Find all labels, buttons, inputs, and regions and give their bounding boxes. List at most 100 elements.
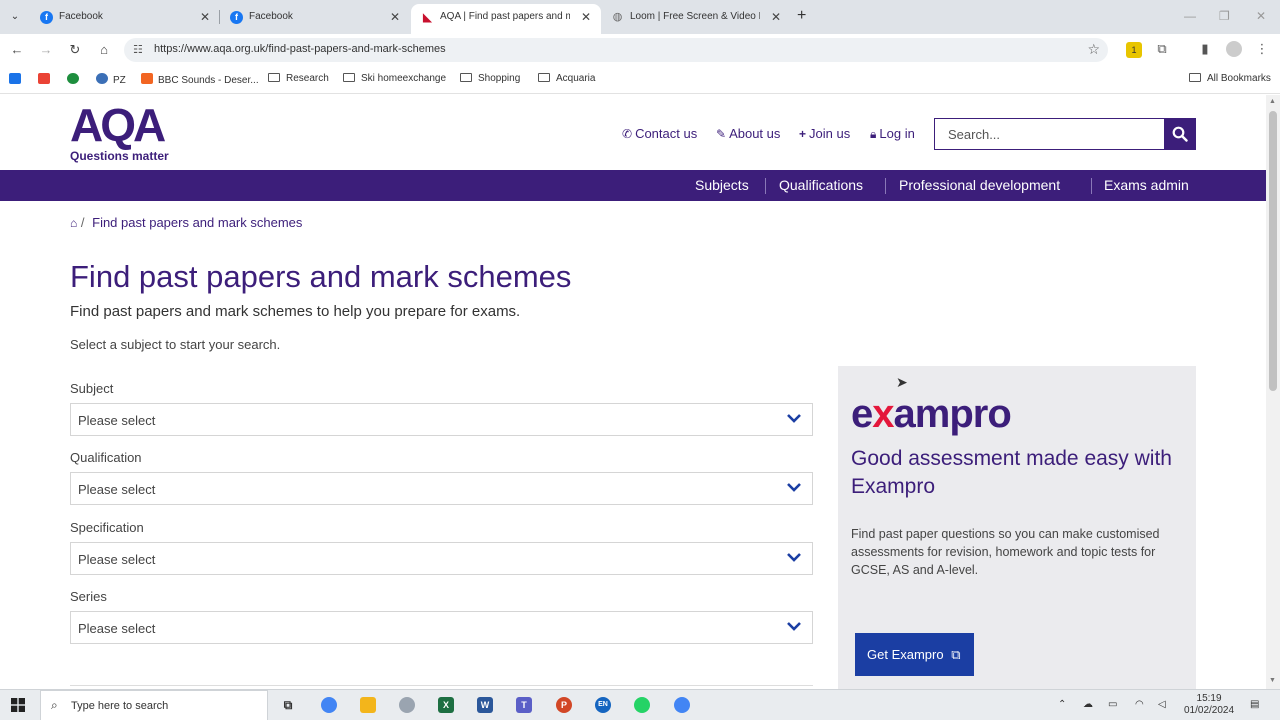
- tray-chevron-up-icon[interactable]: ⌃: [1058, 699, 1066, 710]
- wifi-icon[interactable]: ◠: [1135, 699, 1144, 710]
- profile-avatar-icon[interactable]: [1226, 41, 1242, 57]
- taskbar-clock[interactable]: 15:19 01/02/2024: [1184, 693, 1234, 717]
- scroll-down-icon[interactable]: ▼: [1269, 677, 1276, 684]
- url-bar[interactable]: ☷ https://www.aqa.org.uk/find-past-paper…: [124, 38, 1108, 62]
- page-title: Find past papers and mark schemes: [70, 259, 572, 294]
- nav-subjects[interactable]: Subjects: [695, 177, 749, 193]
- windows-start-icon[interactable]: [11, 698, 25, 712]
- chrome-icon[interactable]: [321, 697, 337, 713]
- bookmark-folder-research[interactable]: Research: [268, 73, 329, 84]
- site-settings-icon[interactable]: ☷: [133, 43, 143, 56]
- logo-tagline: Questions matter: [70, 149, 169, 163]
- bookmark-folder-ski[interactable]: Ski homeexchange: [343, 73, 446, 84]
- aqa-icon: ◣: [422, 10, 433, 24]
- breadcrumb-current[interactable]: Find past papers and mark schemes: [92, 215, 302, 230]
- folder-icon: [460, 73, 472, 82]
- scroll-up-icon[interactable]: ▲: [1269, 98, 1276, 105]
- promo-description: Find past paper questions so you can mak…: [851, 527, 1160, 577]
- folder-icon: [1189, 73, 1201, 82]
- excel-icon[interactable]: X: [438, 697, 454, 713]
- task-view-icon[interactable]: ⧉: [280, 697, 296, 713]
- taskbar-search-box[interactable]: ⌕ Type here to search: [40, 690, 268, 720]
- aqa-logo[interactable]: AQA Questions matter: [70, 102, 180, 163]
- folder-icon: [268, 73, 280, 82]
- exampro-promo-panel: exampro Good assessment made easy with E…: [838, 366, 1196, 689]
- battery-icon[interactable]: ▭: [1108, 699, 1117, 710]
- word-icon[interactable]: W: [477, 697, 493, 713]
- language-app-icon[interactable]: EN: [595, 697, 611, 713]
- nav-professional-development[interactable]: Professional development: [899, 177, 1060, 193]
- url-text[interactable]: https://www.aqa.org.uk/find-past-papers-…: [154, 43, 446, 55]
- mouse-cursor-icon: ➤: [896, 374, 908, 390]
- folder-icon: [343, 73, 355, 82]
- gmail-icon: [38, 73, 50, 84]
- site-search-input[interactable]: Search...: [934, 118, 1164, 150]
- minimize-icon[interactable]: —: [1184, 9, 1196, 23]
- series-select[interactable]: Please select: [70, 611, 813, 644]
- series-label: Series: [70, 589, 107, 604]
- browser-tab-loom[interactable]: ◍ Loom | Free Screen & Video Re ✕: [601, 4, 791, 34]
- chevron-down-icon: [787, 553, 801, 562]
- reload-icon[interactable]: ↻: [66, 41, 84, 59]
- close-tab-icon[interactable]: ✕: [581, 4, 591, 30]
- onedrive-cloud-icon[interactable]: ☁: [1083, 699, 1093, 710]
- breadcrumb: ⌂ / Find past papers and mark schemes: [70, 215, 303, 230]
- notifications-icon[interactable]: ▤: [1250, 699, 1259, 710]
- nav-qualifications[interactable]: Qualifications: [779, 177, 863, 193]
- powerpoint-icon[interactable]: P: [556, 697, 572, 713]
- exampro-logo: exampro: [851, 392, 1012, 436]
- more-menu-icon[interactable]: ⋮: [1254, 41, 1270, 57]
- bookmark-folder-shopping[interactable]: Shopping: [460, 73, 520, 84]
- subject-select[interactable]: Please select: [70, 403, 813, 436]
- qualification-select[interactable]: Please select: [70, 472, 813, 505]
- close-tab-icon[interactable]: ✕: [200, 4, 210, 30]
- web-page: AQA Questions matter ✆ Contact us ✎ About …: [0, 95, 1266, 689]
- bookmark-star-icon[interactable]: ☆: [1087, 41, 1100, 58]
- browser-tab-aqa[interactable]: ◣ AQA | Find past papers and ma ✕: [411, 4, 601, 34]
- windows-taskbar: ⌕ Type here to search ⧉ X W T P EN ⌃ ☁ ▭…: [0, 689, 1280, 720]
- volume-icon[interactable]: ◁: [1158, 699, 1166, 710]
- scroll-thumb[interactable]: [1269, 111, 1277, 391]
- close-tab-icon[interactable]: ✕: [390, 4, 400, 30]
- close-tab-icon[interactable]: ✕: [771, 4, 781, 30]
- side-panel-icon[interactable]: ▮: [1197, 41, 1213, 57]
- lock-icon: 🔒︎: [870, 127, 877, 141]
- specification-select[interactable]: Please select: [70, 542, 813, 575]
- plus-icon: +: [799, 127, 807, 141]
- contact-us-link[interactable]: ✆ Contact us: [622, 126, 697, 141]
- bookmark-bbc-sounds[interactable]: BBC Sounds - Deser...: [141, 73, 259, 86]
- site-search-button[interactable]: [1164, 118, 1196, 150]
- bookmark-gmail[interactable]: [38, 73, 55, 86]
- browser-tab-facebook-2[interactable]: f Facebook ✕: [220, 4, 410, 34]
- facebook-icon: f: [230, 11, 243, 24]
- bookmark-pz[interactable]: PZ: [96, 73, 126, 86]
- chrome-profile-icon[interactable]: [674, 697, 690, 713]
- bookmark-calendar[interactable]: [9, 73, 26, 86]
- file-explorer-icon[interactable]: [360, 697, 376, 713]
- tab-search-chevron-icon[interactable]: ⌄: [6, 8, 24, 26]
- extensions-puzzle-icon[interactable]: ⧉: [1154, 41, 1170, 57]
- get-exampro-button[interactable]: Get Exampro ⧉: [855, 633, 974, 676]
- bookmark-green[interactable]: [67, 73, 84, 86]
- back-arrow-icon[interactable]: ←: [8, 41, 26, 59]
- app-icon[interactable]: [399, 697, 415, 713]
- forward-arrow-icon[interactable]: →: [37, 41, 55, 59]
- close-window-icon[interactable]: ✕: [1256, 9, 1266, 23]
- globe-icon: [96, 73, 108, 84]
- home-icon[interactable]: ⌂: [70, 216, 77, 230]
- extension-badge-icon[interactable]: 1: [1126, 42, 1142, 58]
- browser-tab-facebook-1[interactable]: f Facebook ✕: [30, 4, 220, 34]
- all-bookmarks[interactable]: All Bookmarks: [1189, 73, 1271, 84]
- new-tab-plus-icon[interactable]: +: [797, 7, 806, 25]
- about-us-link[interactable]: ✎ About us: [716, 126, 780, 141]
- teams-icon[interactable]: T: [516, 697, 532, 713]
- main-navigation: Subjects Qualifications Professional dev…: [0, 170, 1266, 201]
- bookmark-folder-acquaria[interactable]: Acquaria: [538, 73, 595, 84]
- whatsapp-icon[interactable]: [634, 697, 650, 713]
- page-scrollbar[interactable]: ▲ ▼: [1266, 95, 1280, 689]
- restore-icon[interactable]: ❐: [1219, 9, 1230, 23]
- join-us-link[interactable]: + Join us: [799, 126, 850, 141]
- nav-exams-admin[interactable]: Exams admin: [1104, 177, 1189, 193]
- log-in-link[interactable]: 🔒︎ Log in: [870, 126, 915, 142]
- home-icon[interactable]: ⌂: [95, 41, 113, 59]
